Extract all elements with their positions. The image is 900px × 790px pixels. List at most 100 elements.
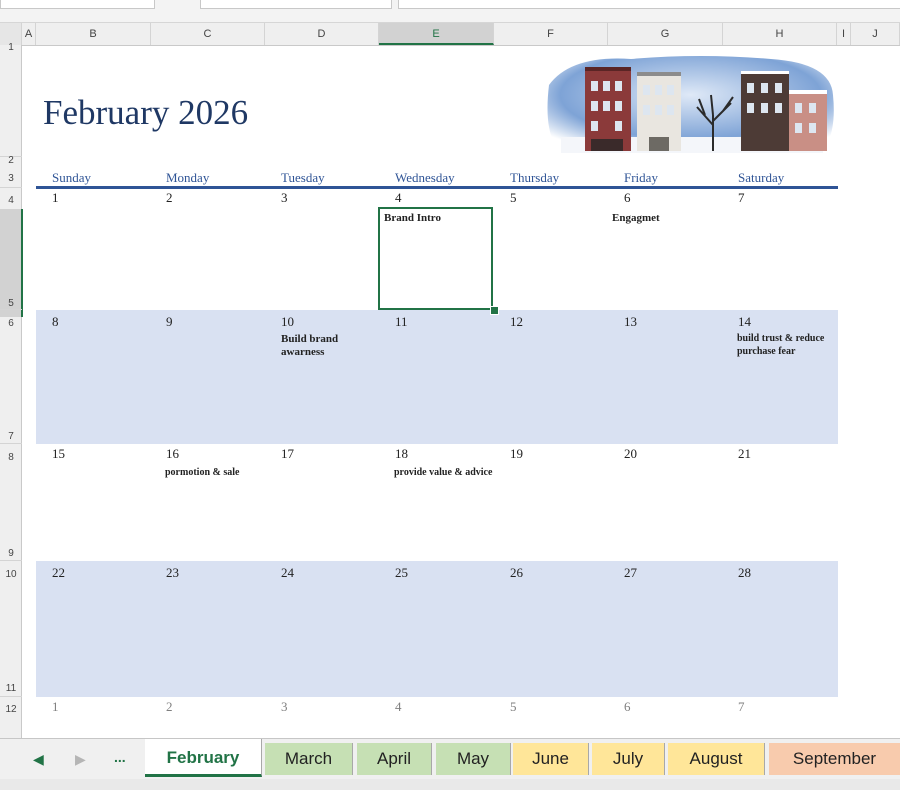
formula-bar-strip (0, 0, 900, 23)
day-cell-next-month[interactable]: 2 (166, 699, 173, 715)
column-header-e[interactable]: E (379, 23, 494, 45)
day-cell-next-month[interactable]: 6 (624, 699, 631, 715)
column-header-i[interactable]: I (837, 23, 851, 45)
row-header-6[interactable]: 6 (0, 318, 22, 329)
day-cell-next-month[interactable]: 7 (738, 699, 745, 715)
day-cell[interactable]: 11 (395, 314, 408, 330)
day-cell[interactable]: 8 (52, 314, 59, 330)
sheet-tab-bar: ◀ ▶ ... February March April May June Ju… (0, 738, 900, 779)
day-cell[interactable]: 21 (738, 446, 751, 462)
row-header-9[interactable]: 9 (0, 548, 22, 559)
day-cell[interactable]: 5 (510, 190, 517, 206)
row-header-11[interactable]: 11 (0, 683, 22, 694)
event-note-engagement[interactable]: Engagmet (612, 212, 660, 225)
status-bar (0, 779, 900, 790)
column-header-g[interactable]: G (608, 23, 723, 45)
weekday-sunday: Sunday (52, 170, 91, 185)
fill-handle[interactable] (490, 306, 499, 315)
column-header-c[interactable]: C (151, 23, 265, 45)
day-cell[interactable]: 20 (624, 446, 637, 462)
column-header-j[interactable]: J (851, 23, 900, 45)
row-header-bar: 1 2 3 4 5 6 7 8 9 10 11 12 (0, 42, 23, 738)
day-cell[interactable]: 26 (510, 565, 523, 581)
day-cell[interactable]: 7 (738, 190, 745, 206)
sheet-tab-june[interactable]: June (513, 743, 589, 775)
week-band-2 (36, 310, 838, 444)
weekday-friday: Friday (624, 170, 658, 185)
week-band-4 (36, 561, 838, 697)
day-cell[interactable]: 15 (52, 446, 65, 462)
weekday-thursday: Thursday (510, 170, 560, 185)
event-note-provide-value[interactable]: provide value & advice (394, 466, 494, 479)
column-header-d[interactable]: D (265, 23, 379, 45)
day-cell[interactable]: 2 (166, 190, 173, 206)
row-header-8[interactable]: 8 (0, 452, 22, 463)
day-cell[interactable]: 10 (281, 314, 294, 330)
sheet-tab-september[interactable]: September (769, 743, 900, 775)
weekday-saturday: Saturday (738, 170, 785, 185)
event-note-brand-awareness[interactable]: Build brand awarness (281, 333, 371, 359)
weekday-monday: Monday (166, 170, 210, 185)
row-header-4[interactable]: 4 (0, 195, 22, 206)
day-cell[interactable]: 17 (281, 446, 294, 462)
sheet-tab-february[interactable]: February (145, 739, 262, 777)
sheet-tab-august[interactable]: August (668, 743, 765, 775)
sheet-tab-april[interactable]: April (357, 743, 432, 775)
day-cell[interactable]: 13 (624, 314, 637, 330)
row-header-10[interactable]: 10 (0, 569, 22, 580)
weekday-underline (36, 186, 838, 189)
day-cell-next-month[interactable]: 4 (395, 699, 402, 715)
column-header-b[interactable]: B (36, 23, 151, 45)
scroll-tabs-right-icon[interactable]: ▶ (75, 751, 86, 768)
winter-townhouses-illustration (547, 56, 834, 153)
row-header-1[interactable]: 1 (0, 42, 22, 53)
day-cell[interactable]: 4 (395, 190, 402, 206)
day-cell[interactable]: 28 (738, 565, 751, 581)
row-divider (0, 187, 22, 188)
name-box[interactable] (0, 0, 155, 9)
weekday-wednesday: Wednesday (395, 170, 455, 185)
row-header-7[interactable]: 7 (0, 431, 22, 442)
sheet-tab-may[interactable]: May (436, 743, 511, 775)
calendar-title: February 2026 (43, 93, 249, 132)
day-cell-next-month[interactable]: 1 (52, 699, 59, 715)
event-note-build-trust[interactable]: build trust & reduce purchase fear (737, 332, 827, 358)
day-cell[interactable]: 12 (510, 314, 523, 330)
day-cell[interactable]: 27 (624, 565, 637, 581)
day-cell[interactable]: 6 (624, 190, 631, 206)
day-cell[interactable]: 1 (52, 190, 59, 206)
scroll-tabs-left-icon[interactable]: ◀ (33, 751, 44, 768)
day-cell-next-month[interactable]: 3 (281, 699, 288, 715)
day-cell[interactable]: 18 (395, 446, 408, 462)
day-cell[interactable]: 19 (510, 446, 523, 462)
day-cell[interactable]: 25 (395, 565, 408, 581)
row-header-3[interactable]: 3 (0, 173, 22, 184)
toolbar-box[interactable] (200, 0, 392, 9)
row-divider (0, 309, 22, 310)
weekday-tuesday: Tuesday (281, 170, 325, 185)
day-cell[interactable]: 24 (281, 565, 294, 581)
day-cell-next-month[interactable]: 5 (510, 699, 517, 715)
day-cell[interactable]: 3 (281, 190, 288, 206)
column-header-bar: A B C D E F G H I J (0, 23, 900, 46)
row-header-12[interactable]: 12 (0, 704, 22, 715)
column-header-f[interactable]: F (494, 23, 608, 45)
day-cell[interactable]: 9 (166, 314, 173, 330)
day-cell[interactable]: 14 (738, 314, 751, 330)
sheet-tab-march[interactable]: March (265, 743, 353, 775)
row-divider (0, 443, 22, 444)
day-cell[interactable]: 22 (52, 565, 65, 581)
sheet-tab-july[interactable]: July (592, 743, 665, 775)
event-note-promotion[interactable]: pormotion & sale (165, 466, 275, 479)
active-cell-selection[interactable] (378, 207, 493, 310)
row-divider (0, 560, 22, 561)
day-cell[interactable]: 23 (166, 565, 179, 581)
row-header-2[interactable]: 2 (0, 155, 22, 166)
column-header-h[interactable]: H (723, 23, 837, 45)
row-header-5[interactable]: 5 (0, 298, 22, 309)
column-header-a[interactable]: A (22, 23, 36, 45)
building-pink-right (789, 90, 827, 151)
formula-input[interactable] (398, 0, 900, 9)
day-cell[interactable]: 16 (166, 446, 179, 462)
more-sheets-button[interactable]: ... (114, 749, 126, 765)
